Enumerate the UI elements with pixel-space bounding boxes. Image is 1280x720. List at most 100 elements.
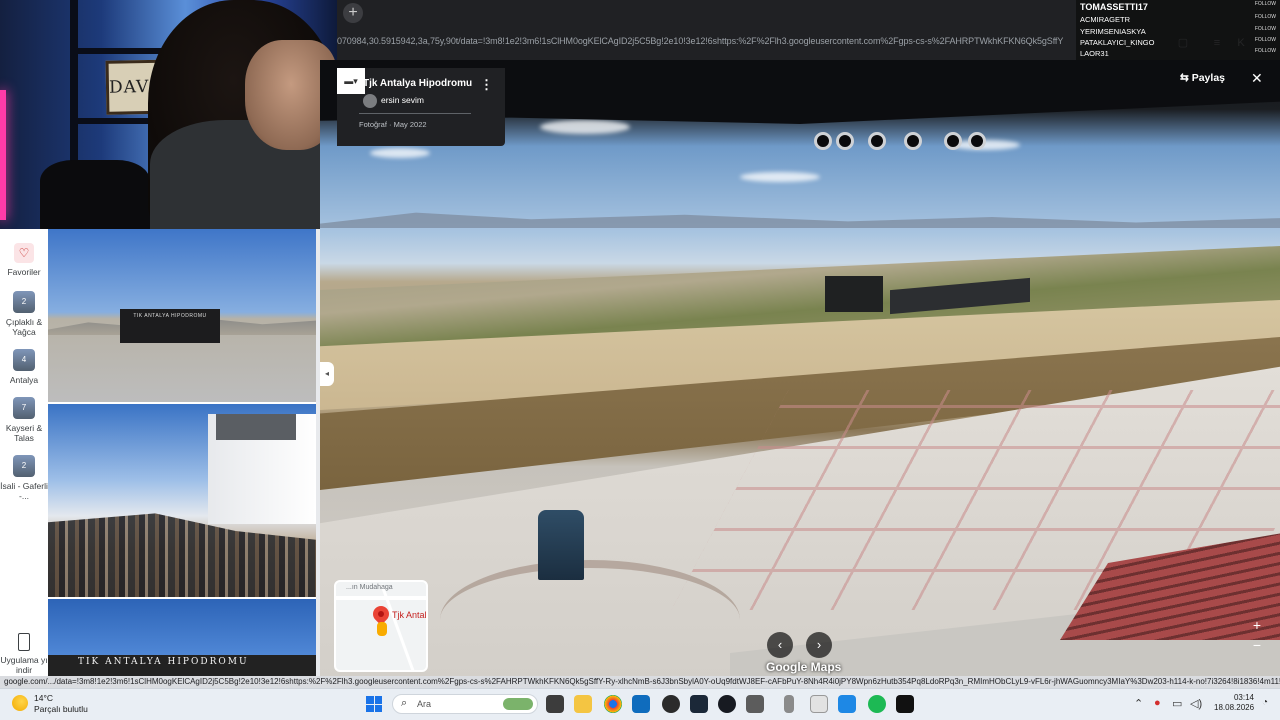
search-icon: ⌕ xyxy=(401,697,408,709)
temperature: 14°C xyxy=(34,693,53,703)
zoom-controls[interactable]: + − xyxy=(1246,615,1268,655)
street-view-panorama[interactable] xyxy=(320,60,1280,676)
map-place-label: Tjk Antal xyxy=(392,610,427,620)
minimap[interactable]: ...ın Mudahaga Tjk Antal xyxy=(334,580,428,672)
start-tile xyxy=(374,704,382,712)
list-thumbnail: 7 xyxy=(13,397,35,419)
rail-item-list[interactable]: 4 Antalya xyxy=(0,349,48,385)
gallery-photo[interactable] xyxy=(48,404,316,597)
taskbar-search[interactable]: ⌕ Ara xyxy=(392,694,538,714)
follow-label: FOLLOW xyxy=(1254,37,1276,43)
gallery-photo[interactable]: TIK ANTALYA HIPODROMU xyxy=(48,599,316,676)
cloud xyxy=(370,148,430,158)
grandstand-building xyxy=(208,414,316,524)
steam-icon[interactable] xyxy=(718,695,736,713)
share-label: Paylaş xyxy=(1191,72,1225,84)
file-explorer-icon[interactable] xyxy=(574,695,592,713)
follow-label: FOLLOW xyxy=(1254,26,1276,32)
rail-item-label: İsali - Gaferli -... xyxy=(0,481,48,501)
share-button[interactable]: ⇆ Paylaş xyxy=(1180,72,1225,84)
rail-item-list[interactable]: 2 İsali - Gaferli -... xyxy=(0,455,48,501)
phone-icon xyxy=(18,633,30,651)
floodlight xyxy=(968,132,986,150)
start-tile xyxy=(366,696,374,704)
gallery-photo[interactable]: TIK ANTALYA HIPODROMU xyxy=(48,229,316,402)
chat-header: TOMASSETTI17 xyxy=(1080,2,1148,12)
search-highlight-icon xyxy=(503,698,533,710)
outlook-icon[interactable] xyxy=(632,695,650,713)
divider xyxy=(359,113,471,114)
gate-sign: TIK ANTALYA HIPODROMU xyxy=(133,313,207,319)
system-clock[interactable]: 03:14 18.08.2026 xyxy=(1214,693,1254,713)
maps-left-rail: ♡ Favoriler 2 Çıplaklı & Yağca 4 Antalya… xyxy=(0,229,48,676)
new-tab-button[interactable]: + xyxy=(343,3,363,23)
rail-item-list[interactable]: 2 Çıplaklı & Yağca xyxy=(0,291,48,337)
search-placeholder: Ara xyxy=(417,699,432,709)
microphone-icon[interactable]: ● xyxy=(1154,697,1161,709)
link-status-bar: google.com/.../data=!3m8!1e2!3m6!1sClHM0… xyxy=(0,676,1280,688)
rail-item-label: Favoriler xyxy=(7,267,41,277)
volume-icon[interactable]: ◁) xyxy=(1190,697,1202,710)
floodlight xyxy=(868,132,886,150)
rail-item-label: Kayseri & Talas xyxy=(5,423,43,443)
kiosk xyxy=(538,510,584,580)
app-icon[interactable] xyxy=(746,695,764,713)
obs-icon[interactable] xyxy=(662,695,680,713)
clock-date: 18.08.2026 xyxy=(1214,703,1255,712)
rail-item-label: Çıplaklı & Yağca xyxy=(5,317,43,337)
webcam-overlay: DAVOLTA xyxy=(0,0,337,229)
floodlight xyxy=(944,132,962,150)
place-title[interactable]: Tjk Antalya Hipodromu xyxy=(363,78,472,89)
spotify-icon[interactable] xyxy=(868,695,886,713)
floodlight xyxy=(836,132,854,150)
app-icon[interactable] xyxy=(838,695,856,713)
app-icon[interactable] xyxy=(810,695,828,713)
zoom-in-icon[interactable]: + xyxy=(1246,615,1268,635)
chat-user: LAOR31 xyxy=(1080,49,1109,58)
start-tile xyxy=(374,696,382,704)
notification-icon[interactable]: ◔ xyxy=(1262,697,1268,708)
list-thumbnail: 2 xyxy=(13,291,35,313)
app-icon[interactable] xyxy=(690,695,708,713)
follow-label: FOLLOW xyxy=(1254,1,1276,7)
chat-user: ACMIRAGETR xyxy=(1080,15,1131,24)
scoreboard xyxy=(825,276,883,312)
chrome-icon[interactable] xyxy=(604,695,622,713)
cloud xyxy=(540,120,630,134)
photo-gallery: TIK ANTALYA HIPODROMU TIK ANTALYA HIPODR… xyxy=(48,229,320,676)
rail-item-favorites[interactable]: ♡ Favoriler xyxy=(0,243,48,277)
network-icon[interactable]: ▭ xyxy=(1172,697,1182,710)
hippodrome-sign: TIK ANTALYA HIPODROMU xyxy=(78,657,249,667)
menu-icon[interactable]: ▬▾ xyxy=(337,68,365,94)
rail-item-list[interactable]: 7 Kayseri & Talas xyxy=(0,397,48,443)
google-maps-logo: Google Maps xyxy=(766,660,842,674)
led-strip xyxy=(0,90,6,220)
app-icon[interactable] xyxy=(896,695,914,713)
weather-condition: Parçalı bulutlu xyxy=(34,704,88,714)
rail-item-label: Antalya xyxy=(9,375,39,385)
close-icon[interactable]: ✕ xyxy=(1251,70,1263,87)
photo-info-card: ▬▾ Tjk Antalya Hipodromu ⋮ ersin sevim F… xyxy=(337,68,505,146)
avatar[interactable] xyxy=(363,94,377,108)
more-options-icon[interactable]: ⋮ xyxy=(480,77,493,93)
app-icon[interactable] xyxy=(784,695,794,713)
address-bar[interactable]: 070984,30.5915942,3a,75y,90t/data=!3m8!1… xyxy=(337,36,1117,50)
mountains xyxy=(320,212,1280,228)
partly-cloudy-icon xyxy=(12,695,28,711)
floodlight xyxy=(904,132,922,150)
start-button[interactable] xyxy=(366,696,382,712)
share-icon: ⇆ xyxy=(1180,72,1192,84)
list-thumbnail: 4 xyxy=(13,349,35,371)
download-app-button[interactable]: Uygulama yı indir xyxy=(0,633,48,675)
next-photo-button[interactable]: › xyxy=(806,632,832,658)
stream-chat-overlay: TOMASSETTI17 FOLLOW ACMIRAGETR FOLLOW YE… xyxy=(1076,0,1280,60)
follow-label: FOLLOW xyxy=(1254,48,1276,54)
screen: DAVOLTA + 070984,30.5915942,3a,75y,90t/d… xyxy=(0,0,1280,720)
zoom-out-icon[interactable]: − xyxy=(1246,635,1268,655)
author-name[interactable]: ersin sevim xyxy=(381,95,424,105)
collapse-panel-button[interactable]: ◂ xyxy=(320,362,334,386)
task-view-icon[interactable] xyxy=(546,695,564,713)
previous-photo-button[interactable]: ‹ xyxy=(767,632,793,658)
clock-time: 03:14 xyxy=(1233,693,1254,702)
show-hidden-icons[interactable]: ⌃ xyxy=(1134,697,1143,710)
